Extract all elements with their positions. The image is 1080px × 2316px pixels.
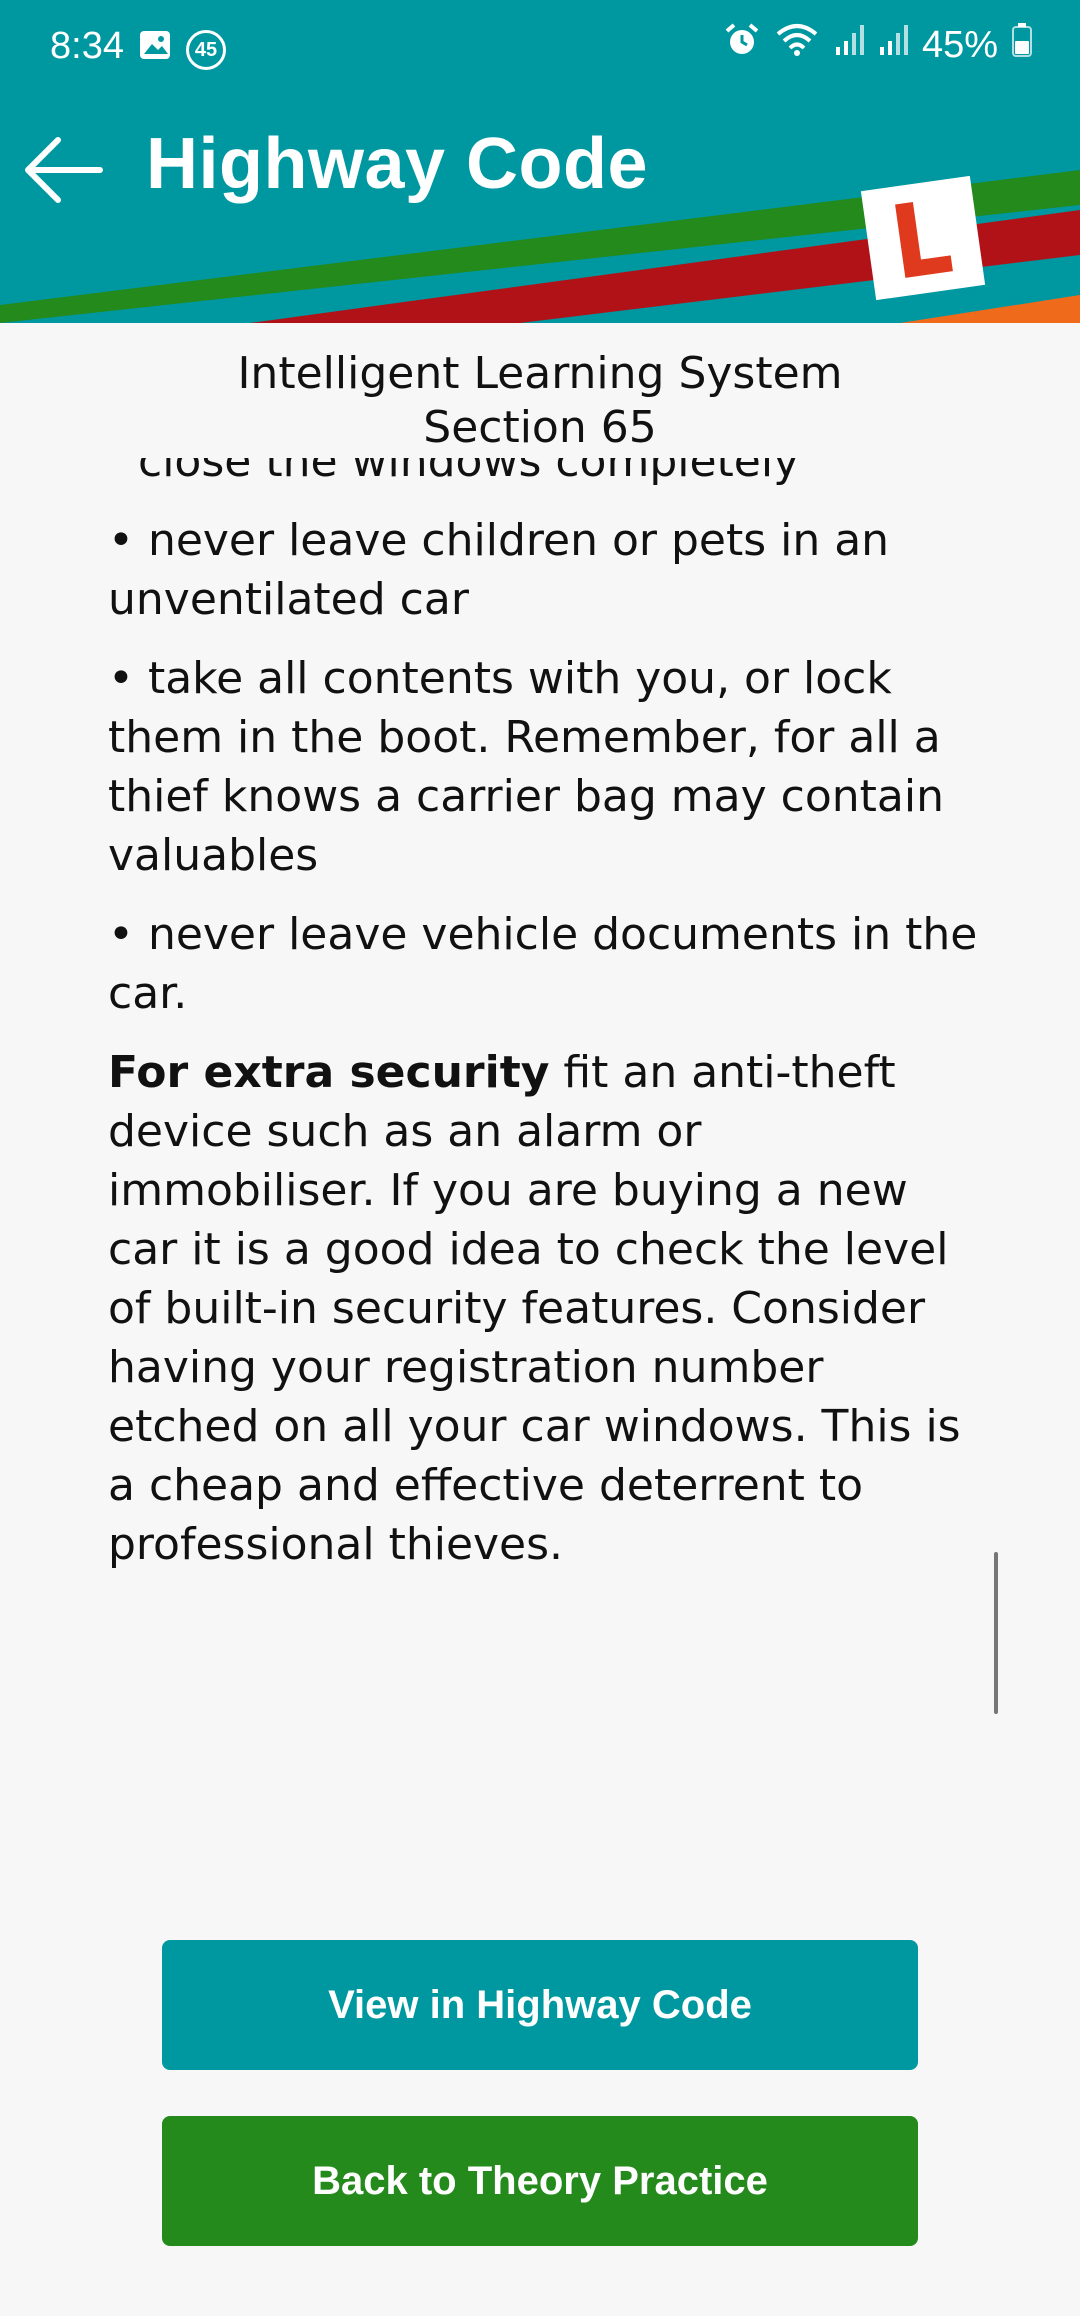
app-title: Highway Code [146, 124, 649, 204]
image-icon [138, 28, 172, 72]
app-bar: Highway Code [0, 95, 1080, 323]
security-text: fit an anti-theft device such as an alar… [108, 1047, 961, 1570]
battery-percent: 45% [921, 23, 998, 66]
content-area[interactable]: close the windows completely • never lea… [108, 420, 978, 1660]
status-left-icons: 45 [138, 28, 226, 72]
signal-icon [834, 23, 864, 67]
learner-plate-logo [860, 175, 986, 301]
notification-count: 45 [194, 38, 218, 61]
arrow-left-icon [25, 137, 103, 203]
status-time: 8:34 [50, 25, 124, 67]
back-button[interactable] [18, 125, 108, 215]
list-item: • never leave vehicle documents in the c… [108, 909, 978, 1019]
list-item: • never leave children or pets in an unv… [108, 515, 890, 625]
view-in-highway-code-button[interactable]: View in Highway Code [162, 1940, 918, 2070]
header-title: Intelligent Learning System [237, 348, 843, 399]
status-bar: 8:34 45 45% [0, 0, 1080, 95]
scrollbar[interactable] [994, 1552, 998, 1714]
list-item: • take all contents with you, or lock th… [108, 653, 944, 881]
alarm-icon [724, 22, 760, 68]
wifi-icon [774, 22, 820, 68]
signal-icon-2 [878, 23, 908, 67]
security-heading: For extra security [108, 1047, 550, 1098]
section-header: Intelligent Learning System Section 65 [0, 323, 1080, 458]
battery-icon [1012, 23, 1032, 67]
back-to-theory-practice-button[interactable]: Back to Theory Practice [162, 2116, 918, 2246]
status-right-icons: 45% [724, 22, 1032, 68]
notification-count-icon: 45 [186, 30, 226, 70]
security-paragraph: For extra security fit an anti-theft dev… [108, 1043, 978, 1574]
header-section: Section 65 [423, 402, 657, 453]
